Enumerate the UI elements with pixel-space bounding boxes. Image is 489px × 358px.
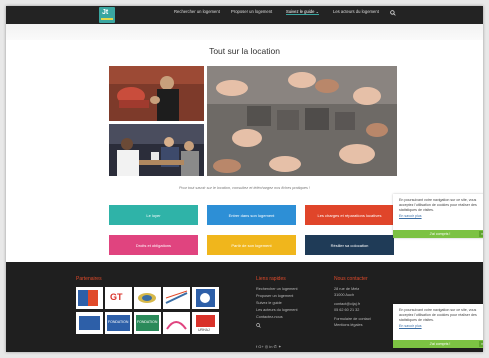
- partner-logo-6[interactable]: [76, 312, 103, 334]
- tile-label: Partir de son logement: [231, 242, 272, 248]
- nav-rechercher-logement[interactable]: Rechercher un logement: [174, 9, 220, 14]
- banner-strip: [6, 24, 483, 40]
- tile-partir-logement[interactable]: Partir de son logement: [207, 235, 296, 255]
- cookie-accept-button[interactable]: J'ai compris !: [393, 340, 483, 348]
- partner-logo-9[interactable]: [163, 312, 190, 334]
- tile-label: Droits et obligations: [135, 242, 172, 248]
- partner-logo-text: FONDATION: [137, 320, 158, 324]
- nav-acteurs-logement[interactable]: Les acteurs du logement: [333, 9, 379, 14]
- cookie-learn-more-link[interactable]: En savoir plus: [399, 324, 422, 328]
- partner-logo-fondation-2[interactable]: FONDATION: [134, 312, 161, 334]
- partner-logo-5[interactable]: [192, 287, 219, 309]
- footer-link[interactable]: Contactez-nous: [256, 315, 283, 319]
- contact-address: 28 rue de Metz: [334, 287, 360, 291]
- tile-charges-reparations[interactable]: Les charges et réparations locatives: [305, 205, 394, 225]
- cookie-banner-duplicate: En poursuivant votre navigation sur ce s…: [393, 304, 483, 348]
- tile-label: Le loyer: [146, 212, 161, 218]
- contact-city: 31000 Auch: [334, 293, 355, 297]
- logo-accent: [101, 18, 113, 20]
- tile-entrer-logement[interactable]: Entrer dans son logement: [207, 205, 296, 225]
- site-logo[interactable]: Jt: [99, 7, 115, 23]
- footer-partners-heading: Partenaires: [76, 276, 102, 282]
- close-icon[interactable]: ×: [479, 231, 483, 237]
- close-icon[interactable]: ×: [479, 341, 483, 347]
- cookie-accept-button[interactable]: J'ai compris !: [393, 230, 483, 238]
- tile-label: Les charges et réparations locatives: [317, 212, 382, 218]
- cookie-learn-more-link[interactable]: En savoir plus: [399, 214, 422, 218]
- partner-logo-1[interactable]: [76, 287, 103, 309]
- contact-form-link[interactable]: Formulaire de contact: [334, 317, 371, 321]
- contact-email[interactable]: contact@cijaj.fr: [334, 302, 360, 306]
- tile-label: Résilier sa colocation: [330, 242, 369, 248]
- photo-people-table: [109, 124, 204, 176]
- footer-link[interactable]: Rechercher un logement: [256, 287, 298, 291]
- fiches-caption: Pour tout savoir sur le location, consul…: [178, 186, 311, 190]
- footer-link[interactable]: Proposer un logement: [256, 294, 293, 298]
- tile-droits-obligations[interactable]: Droits et obligations: [109, 235, 198, 255]
- footer-link[interactable]: Les acteurs du logement: [256, 308, 298, 312]
- cookie-text: En poursuivant votre navigation sur ce s…: [399, 198, 477, 212]
- tile-resilier-colocation[interactable]: Résilier sa colocation: [305, 235, 394, 255]
- partner-logo-gt[interactable]: GT: [105, 287, 132, 309]
- partner-logo-text: FONDATION: [108, 320, 129, 324]
- logo-text: Jt: [102, 9, 109, 16]
- nav-suivez-guide[interactable]: Suivez le guide ⌄: [286, 9, 320, 15]
- cookie-accept-label: J'ai compris !: [429, 342, 451, 346]
- footer-contact-heading: Nous contacter: [334, 276, 368, 282]
- tile-loyer[interactable]: Le loyer: [109, 205, 198, 225]
- site-header: Jt Rechercher un logement Proposer un lo…: [6, 6, 483, 24]
- photo-hands-letters: [207, 66, 397, 176]
- footer-links-heading: Liens rapides: [256, 276, 286, 282]
- partner-logo-3[interactable]: [134, 287, 161, 309]
- partner-logo-text: GT: [110, 292, 123, 302]
- partner-logo-urhaj[interactable]: URHAJ: [192, 312, 219, 334]
- tile-label: Entrer dans son logement: [228, 212, 275, 218]
- contact-phone: 05 62 60 21 32: [334, 308, 360, 312]
- legal-link[interactable]: Mentions légales: [334, 323, 363, 327]
- cookie-accept-label: J'ai compris !: [429, 232, 451, 236]
- footer-link[interactable]: Suivez le guide: [256, 301, 282, 305]
- photo-man-playing: [109, 66, 204, 121]
- nav-proposer-logement[interactable]: Proposer un logement: [231, 9, 272, 14]
- partner-logo-fondation-1[interactable]: FONDATION: [105, 312, 132, 334]
- cookie-banner: En poursuivant votre navigation sur ce s…: [393, 194, 483, 238]
- social-icons[interactable]: f G+ ◎ in ✆ ✦: [256, 344, 281, 349]
- search-icon[interactable]: [390, 10, 396, 16]
- cookie-text: En poursuivant votre navigation sur ce s…: [399, 308, 477, 322]
- page-title: Tout sur la location: [209, 46, 280, 56]
- partner-logo-4[interactable]: [163, 287, 190, 309]
- footer-search-icon[interactable]: [256, 323, 261, 328]
- browser-page: Jt Rechercher un logement Proposer un lo…: [6, 6, 483, 352]
- partner-logo-text: URHAJ: [198, 328, 210, 332]
